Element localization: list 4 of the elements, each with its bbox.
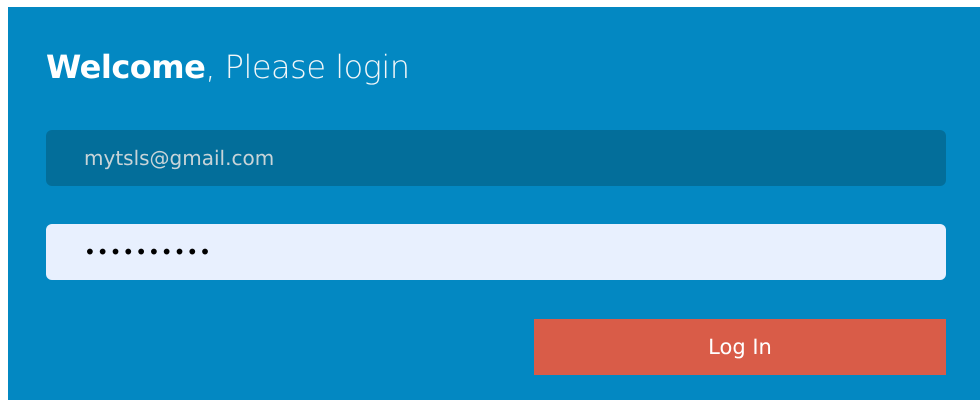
login-heading: Welcome, Please login (46, 47, 411, 88)
password-field[interactable]: •••••••••• (46, 224, 946, 280)
email-field[interactable]: mytsls@gmail.com (46, 130, 946, 186)
login-button[interactable]: Log In (534, 319, 946, 375)
